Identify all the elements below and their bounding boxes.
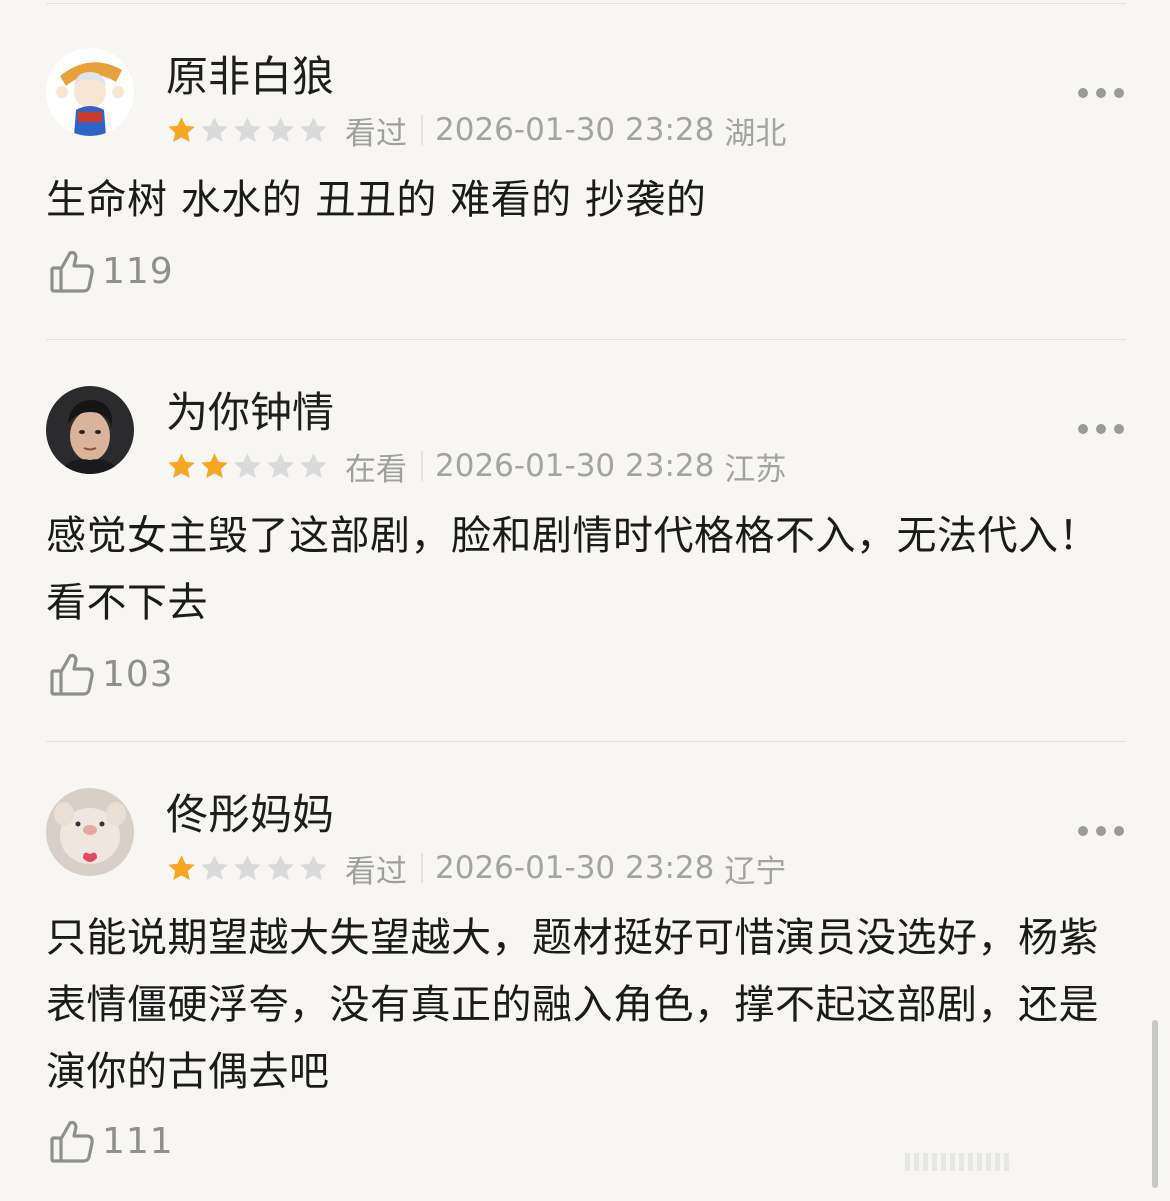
timestamp: 2026-01-30 23:28 bbox=[435, 112, 715, 148]
star-icon bbox=[168, 116, 195, 142]
star-icon bbox=[168, 854, 195, 880]
location: 江苏 bbox=[724, 451, 787, 488]
location: 湖北 bbox=[724, 115, 787, 152]
star-icon bbox=[300, 854, 327, 880]
star-icon bbox=[201, 854, 228, 880]
star-icon bbox=[267, 452, 294, 478]
star-icon bbox=[300, 452, 327, 478]
divider bbox=[46, 741, 1126, 742]
watermark bbox=[905, 1150, 1145, 1174]
thumbs-up-icon bbox=[50, 1120, 94, 1163]
meta-row: 看过 2026-01-30 23:28 湖北 bbox=[166, 112, 786, 152]
timestamp: 2026-01-30 23:28 bbox=[435, 448, 715, 484]
thumbs-up-icon bbox=[50, 250, 94, 293]
comment-text: 感觉女主毁了这部剧，脸和剧情时代格格不入，无法代入！看不下去 bbox=[46, 513, 1099, 626]
scrollbar[interactable] bbox=[1152, 1020, 1158, 1188]
star-icon bbox=[201, 116, 228, 142]
avatar[interactable] bbox=[46, 48, 134, 136]
meta-separator bbox=[421, 451, 423, 481]
meta-separator bbox=[421, 853, 423, 883]
star-icon bbox=[267, 854, 294, 880]
comment-text: 只能说期望越大失望越大，题材挺好可惜演员没选好，杨紫表情僵硬浮夸，没有真正的融入… bbox=[46, 915, 1099, 1095]
more-dots-icon[interactable] bbox=[1078, 422, 1124, 436]
like-button[interactable]: 103 bbox=[48, 650, 174, 698]
more-dots-icon[interactable] bbox=[1078, 86, 1124, 100]
location: 辽宁 bbox=[724, 853, 787, 890]
watch-status: 看过 bbox=[345, 115, 407, 152]
more-dots-icon[interactable] bbox=[1078, 824, 1124, 838]
meta-row: 看过 2026-01-30 23:28 辽宁 bbox=[166, 850, 786, 890]
meta-separator bbox=[421, 115, 423, 145]
divider bbox=[46, 339, 1126, 340]
like-count: 111 bbox=[102, 1120, 174, 1162]
thumbs-up-icon bbox=[50, 653, 94, 696]
star-icon bbox=[201, 452, 228, 478]
star-icon bbox=[168, 452, 195, 478]
like-button[interactable]: 111 bbox=[48, 1117, 174, 1165]
username[interactable]: 为你钟情 bbox=[166, 388, 334, 438]
avatar[interactable] bbox=[46, 386, 134, 474]
star-icon bbox=[267, 116, 294, 142]
rating-stars bbox=[166, 853, 329, 884]
comment-text: 生命树 水水的 丑丑的 难看的 抄袭的 bbox=[46, 177, 707, 223]
like-button[interactable]: 119 bbox=[48, 247, 174, 295]
username[interactable]: 原非白狼 bbox=[166, 52, 334, 102]
divider bbox=[46, 3, 1126, 4]
watch-status: 看过 bbox=[345, 853, 407, 890]
rating-stars bbox=[166, 451, 329, 482]
like-count: 119 bbox=[102, 250, 174, 292]
username[interactable]: 佟彤妈妈 bbox=[166, 790, 334, 840]
meta-row: 在看 2026-01-30 23:28 江苏 bbox=[166, 448, 786, 488]
star-icon bbox=[300, 116, 327, 142]
watch-status: 在看 bbox=[345, 451, 407, 488]
avatar[interactable] bbox=[46, 788, 134, 876]
like-count: 103 bbox=[102, 653, 174, 695]
star-icon bbox=[234, 452, 261, 478]
rating-stars bbox=[166, 115, 329, 146]
comment-list: 原非白狼 看过 2026-01-30 23:28 湖北 生命树 水水的 丑丑的 … bbox=[0, 0, 1170, 1201]
star-icon bbox=[234, 116, 261, 142]
timestamp: 2026-01-30 23:28 bbox=[435, 850, 715, 886]
star-icon bbox=[234, 854, 261, 880]
